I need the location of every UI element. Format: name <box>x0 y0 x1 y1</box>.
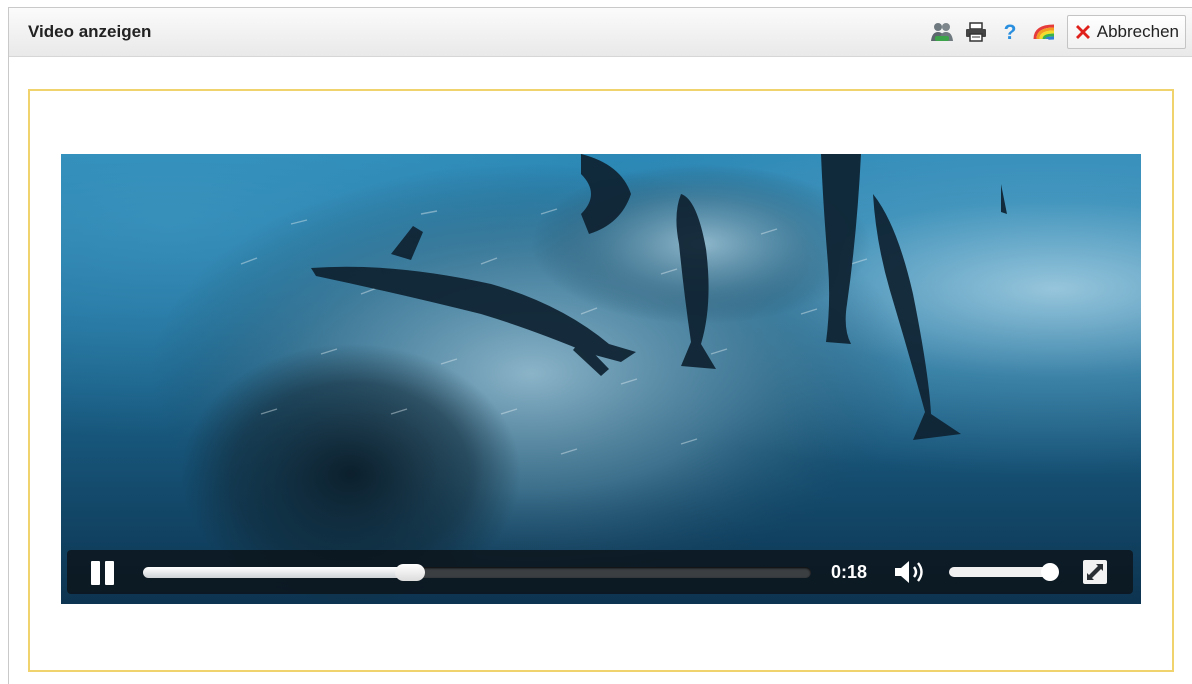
volume-slider-fill <box>949 567 1050 577</box>
seek-bar-fill <box>143 567 410 578</box>
video-controls: 0:18 <box>67 550 1133 594</box>
help-icon[interactable]: ? <box>993 15 1027 49</box>
video-frame: 0:18 <box>28 89 1174 672</box>
volume-icon[interactable] <box>892 558 932 586</box>
video-dialog: Video anzeigen ? Abbrechen 0:18 <box>8 7 1192 684</box>
cancel-button[interactable]: Abbrechen <box>1066 15 1186 49</box>
print-icon[interactable] <box>959 15 993 49</box>
title-bar: Video anzeigen ? Abbrechen <box>9 8 1192 57</box>
video-player[interactable]: 0:18 <box>61 154 1141 604</box>
dialog-title: Video anzeigen <box>28 22 152 41</box>
users-icon[interactable] <box>925 15 959 49</box>
close-icon <box>1075 25 1090 39</box>
fullscreen-button[interactable] <box>1083 560 1107 584</box>
volume-slider[interactable] <box>949 563 1059 581</box>
seek-bar[interactable] <box>143 564 811 581</box>
rainbow-icon[interactable] <box>1027 15 1061 49</box>
pause-button[interactable] <box>91 561 117 585</box>
seek-bar-handle[interactable] <box>395 564 425 581</box>
volume-slider-handle[interactable] <box>1041 563 1059 581</box>
fullscreen-icon <box>1083 560 1107 584</box>
current-time: 0:18 <box>831 562 868 582</box>
svg-text:?: ? <box>1003 21 1016 43</box>
toolbar: ? Abbrechen <box>925 15 1186 49</box>
cancel-label: Abbrechen <box>1096 22 1179 41</box>
video-frame-image <box>151 154 1007 604</box>
